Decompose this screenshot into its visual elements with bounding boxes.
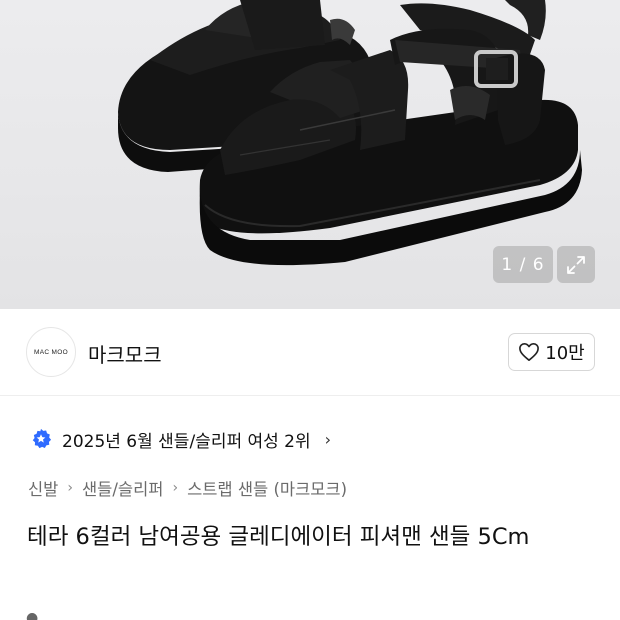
breadcrumb: 신발 › 샌들/슬리퍼 › 스트랩 샌들 (마크모크): [28, 475, 347, 501]
breadcrumb-item-strap-sandals[interactable]: 스트랩 샌들 (마크모크): [187, 476, 347, 500]
breadcrumb-item-shoes[interactable]: 신발: [28, 476, 58, 500]
partial-icon: ●: [26, 610, 39, 620]
ranking-link[interactable]: 2025년 6월 샌들/슬리퍼 여성 2위 ›: [30, 425, 331, 453]
breadcrumb-item-sandals[interactable]: 샌들/슬리퍼: [82, 476, 163, 500]
like-count: 10만: [545, 343, 585, 364]
brand-logo[interactable]: MAC MOO: [26, 327, 76, 377]
chevron-right-icon: ›: [172, 480, 179, 496]
chevron-right-icon: ›: [67, 480, 73, 496]
brand-logo-text: MAC MOO: [34, 348, 68, 356]
ranking-text: 2025년 6월 샌들/슬리퍼 여성 2위: [62, 431, 311, 452]
expand-button[interactable]: [557, 246, 595, 283]
chevron-right-icon: ›: [324, 429, 332, 449]
product-detail-page: 1 / 6 MAC MOO 마크모크 10만 2025년 6월 샌들/슬리퍼 여…: [0, 0, 620, 620]
product-image-gallery[interactable]: 1 / 6: [0, 0, 620, 309]
like-button[interactable]: 10만: [508, 333, 595, 371]
product-title: 테라 6컬러 남여공용 글레디에이터 피셔맨 샌들 5Cm: [27, 524, 530, 550]
brand-name[interactable]: 마크모크: [88, 339, 162, 368]
expand-arrows-icon: [567, 255, 585, 274]
star-badge-icon: [32, 428, 52, 449]
heart-outline-icon: [519, 343, 540, 361]
image-counter: 1 / 6: [493, 246, 553, 283]
